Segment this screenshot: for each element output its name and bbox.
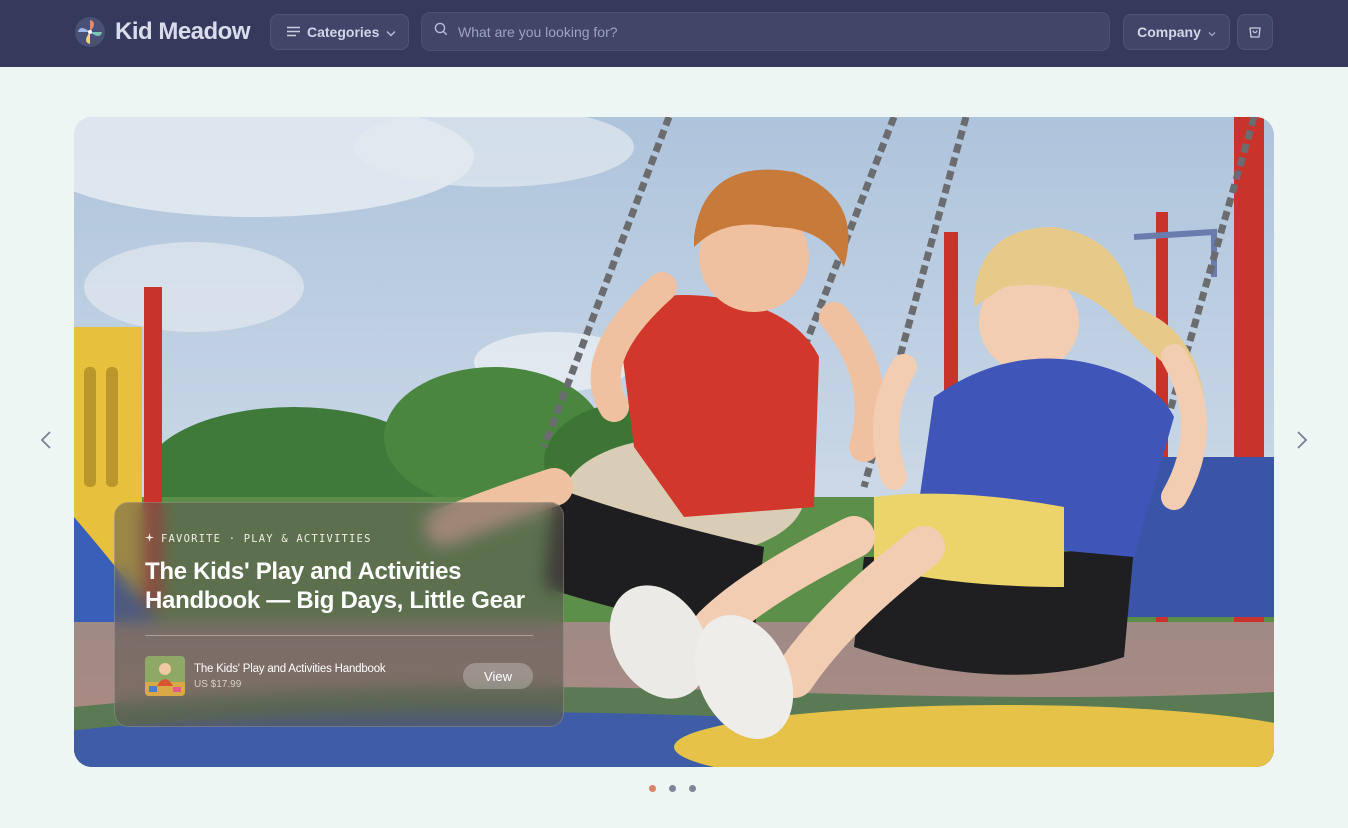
product-name: The Kids' Play and Activities Handbook xyxy=(194,662,386,675)
categories-dropdown-button[interactable]: Categories xyxy=(270,14,409,50)
carousel-prev-button[interactable] xyxy=(34,428,58,456)
brand-name: Kid Meadow xyxy=(115,18,251,45)
cart-button[interactable] xyxy=(1237,14,1273,50)
carousel-dot-1[interactable] xyxy=(649,785,656,792)
carousel-dot-3[interactable] xyxy=(689,785,696,792)
search-input[interactable] xyxy=(458,23,1109,40)
pinwheel-logo-icon xyxy=(74,16,106,48)
search-icon xyxy=(434,22,448,41)
company-dropdown-button[interactable]: Company xyxy=(1123,14,1230,50)
chevron-left-icon xyxy=(40,430,52,455)
sparkle-icon xyxy=(145,533,154,545)
featured-eyebrow: FAVORITE · PLAY & ACTIVITIES xyxy=(145,533,533,545)
carousel-next-button[interactable] xyxy=(1290,428,1314,456)
product-info: The Kids' Play and Activities Handbook U… xyxy=(194,663,463,690)
company-label: Company xyxy=(1137,24,1201,40)
categories-label: Categories xyxy=(307,24,380,40)
chevron-down-icon xyxy=(386,24,396,40)
chevron-right-icon xyxy=(1296,430,1308,455)
brand-logo-link[interactable]: Kid Meadow xyxy=(74,16,251,48)
carousel-pagination xyxy=(649,785,696,792)
menu-lines-icon xyxy=(287,24,300,40)
hero-carousel-slide: FAVORITE · PLAY & ACTIVITIES The Kids' P… xyxy=(74,117,1274,767)
featured-product-row: The Kids' Play and Activities Handbook U… xyxy=(145,656,533,696)
product-thumbnail[interactable] xyxy=(145,656,185,696)
carousel-dot-2[interactable] xyxy=(669,785,676,792)
shopping-bag-icon xyxy=(1247,23,1263,42)
product-price: US $17.99 xyxy=(194,678,242,690)
featured-product-card: FAVORITE · PLAY & ACTIVITIES The Kids' P… xyxy=(114,502,564,727)
eyebrow-text: FAVORITE · PLAY & ACTIVITIES xyxy=(161,533,372,545)
card-divider xyxy=(145,635,533,636)
chevron-down-icon xyxy=(1208,24,1216,40)
featured-title: The Kids' Play and Activities Handbook —… xyxy=(145,558,525,614)
search-bar xyxy=(421,12,1110,51)
top-navigation-bar: Kid Meadow Categories Company xyxy=(0,0,1348,67)
view-product-button[interactable]: View xyxy=(463,663,533,689)
